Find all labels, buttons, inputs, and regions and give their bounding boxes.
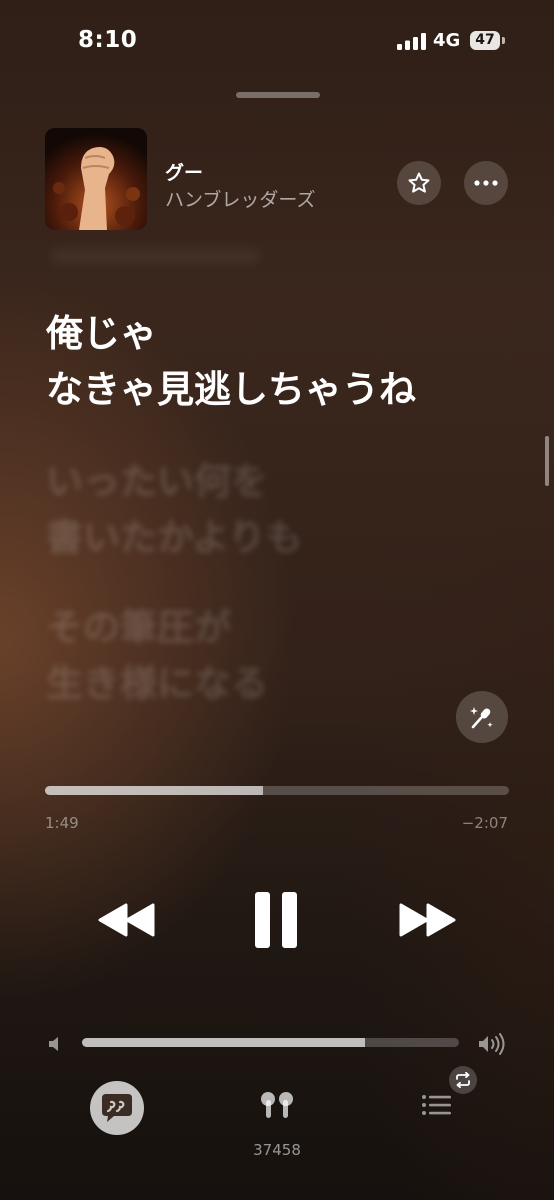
battery-level: 47 — [470, 31, 500, 50]
ellipsis-icon — [474, 180, 498, 186]
volume-low-icon — [49, 1037, 58, 1051]
fast-forward-button[interactable] — [396, 900, 458, 940]
previous-lyric-ghost — [50, 248, 260, 264]
elapsed-time: 1:49 — [45, 814, 79, 832]
list-icon — [422, 1095, 451, 1115]
lyrics-toggle-button[interactable] — [90, 1081, 144, 1135]
playback-progress-fill — [45, 786, 264, 795]
repeat-icon — [456, 1072, 470, 1088]
airpods-icon — [261, 1092, 293, 1118]
playback-progress-bar[interactable] — [45, 786, 509, 795]
rewind-icon — [98, 903, 155, 937]
network-type: 4G — [433, 30, 461, 51]
favorite-button[interactable] — [397, 161, 441, 205]
lyric-line-upcoming[interactable]: 生き様になる — [46, 660, 268, 708]
sing-mode-button[interactable] — [456, 691, 508, 743]
lyric-line-upcoming[interactable]: その筆圧が — [46, 604, 231, 652]
microphone-sparkle-icon — [470, 707, 493, 729]
lyrics-scroll-indicator[interactable] — [545, 436, 549, 486]
pause-icon — [255, 892, 297, 948]
airplay-output-button[interactable] — [257, 1090, 297, 1122]
lyric-line-upcoming[interactable]: いったい何を — [46, 458, 268, 506]
battery-icon: 47 — [470, 31, 506, 51]
volume-high-icon — [479, 1033, 505, 1055]
status-time: 8:10 — [78, 27, 138, 53]
lyric-line-current[interactable]: 俺じゃ — [46, 310, 157, 358]
album-art[interactable] — [45, 128, 147, 230]
rewind-button[interactable] — [96, 900, 158, 940]
pause-button[interactable] — [250, 888, 302, 952]
quote-bubble-icon — [102, 1094, 132, 1122]
cellular-signal-icon — [397, 33, 426, 50]
volume-slider-fill — [82, 1038, 365, 1047]
sheet-grabber[interactable] — [236, 92, 320, 98]
fast-forward-icon — [399, 903, 456, 937]
more-options-button[interactable] — [464, 161, 508, 205]
volume-slider[interactable] — [82, 1038, 459, 1047]
song-title: グー — [165, 162, 204, 184]
lyric-line-current[interactable]: なきゃ見逃しちゃうね — [46, 366, 416, 414]
repeat-badge[interactable] — [449, 1066, 477, 1094]
star-icon — [408, 172, 430, 193]
remaining-time: −2:07 — [461, 814, 508, 832]
queue-button[interactable] — [420, 1092, 456, 1120]
song-artist[interactable]: ハンブレッダーズ — [165, 185, 315, 212]
lyric-line-upcoming[interactable]: 書いたかよりも — [46, 514, 302, 562]
output-device-label: 37458 — [253, 1141, 301, 1159]
